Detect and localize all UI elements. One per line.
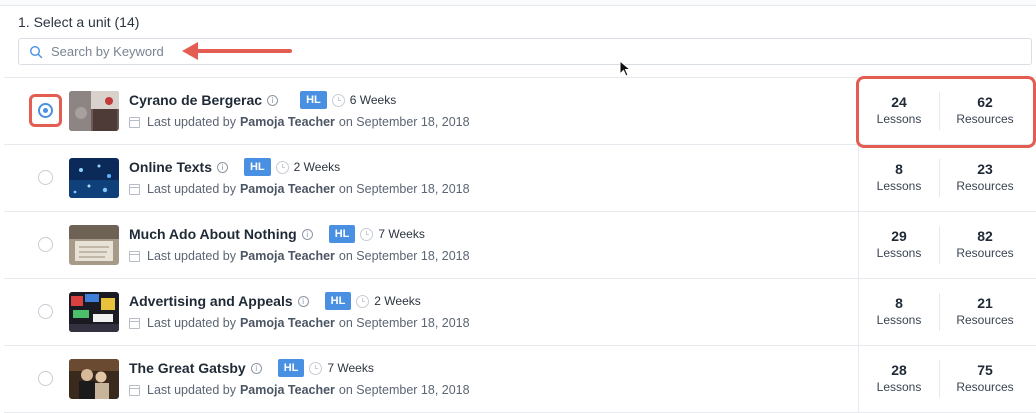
updated-author: Pamoja Teacher: [239, 182, 335, 196]
unit-radio[interactable]: [38, 371, 53, 386]
updated-author: Pamoja Teacher: [239, 115, 335, 129]
unit-stats: 29 Lessons 82 Resources: [858, 212, 1036, 278]
unit-row[interactable]: Online Texts i HL 2 Weeks Last updated b…: [4, 145, 1036, 212]
updated-prefix: Last updated by: [147, 182, 236, 196]
unit-title[interactable]: The Great Gatsby: [129, 360, 246, 376]
unit-row[interactable]: The Great Gatsby i HL 7 Weeks Last updat…: [4, 346, 1036, 413]
updated-prefix: Last updated by: [147, 383, 236, 397]
unit-stats: 8 Lessons 23 Resources: [858, 145, 1036, 211]
unit-row[interactable]: Much Ado About Nothing i HL 7 Weeks Last…: [4, 212, 1036, 279]
resources-count: 21: [977, 295, 993, 311]
unit-list: Cyrano de Bergerac i HL 6 Weeks Last upd…: [4, 76, 1036, 413]
unit-title[interactable]: Cyrano de Bergerac: [129, 92, 262, 108]
clock-icon: [360, 227, 374, 241]
info-icon[interactable]: i: [250, 362, 262, 374]
calendar-icon: [129, 250, 140, 262]
clock-icon: [331, 93, 345, 107]
lessons-count: 8: [895, 161, 903, 177]
unit-stats: 8 Lessons 21 Resources: [858, 279, 1036, 345]
updated-date: on September 18, 2018: [338, 383, 470, 397]
updated-date: on September 18, 2018: [338, 115, 470, 129]
unit-radio[interactable]: [38, 170, 53, 185]
unit-row[interactable]: Advertising and Appeals i HL 2 Weeks Las…: [4, 279, 1036, 346]
clock-icon: [275, 160, 289, 174]
unit-thumbnail: [69, 158, 119, 198]
updated-author: Pamoja Teacher: [239, 316, 335, 330]
unit-duration: 7 Weeks: [327, 361, 374, 375]
updated-date: on September 18, 2018: [338, 182, 470, 196]
updated-date: on September 18, 2018: [338, 249, 470, 263]
annotation-arrow: [182, 42, 292, 60]
unit-thumbnail: [69, 91, 119, 131]
level-badge: HL: [277, 359, 305, 377]
unit-thumbnail: [69, 225, 119, 265]
unit-radio[interactable]: [38, 237, 53, 252]
level-badge: HL: [328, 225, 356, 243]
updated-prefix: Last updated by: [147, 316, 236, 330]
updated-date: on September 18, 2018: [338, 316, 470, 330]
lessons-label: Lessons: [876, 380, 922, 394]
annotation-box: [856, 76, 1036, 148]
unit-thumbnail: [69, 359, 119, 399]
search-icon: [29, 45, 43, 59]
section-title: 1. Select a unit (14): [18, 14, 140, 30]
unit-title[interactable]: Much Ado About Nothing: [129, 226, 297, 242]
updated-prefix: Last updated by: [147, 115, 236, 129]
calendar-icon: [129, 116, 140, 128]
info-icon[interactable]: i: [301, 228, 313, 240]
unit-duration: 2 Weeks: [374, 294, 421, 308]
updated-author: Pamoja Teacher: [239, 249, 335, 263]
unit-radio[interactable]: [38, 304, 53, 319]
lessons-count: 8: [895, 295, 903, 311]
calendar-icon: [129, 317, 140, 329]
info-icon[interactable]: i: [216, 161, 228, 173]
lessons-label: Lessons: [876, 313, 922, 327]
top-divider: [0, 0, 1036, 6]
level-badge: HL: [324, 292, 352, 310]
resources-label: Resources: [956, 380, 1014, 394]
updated-prefix: Last updated by: [147, 249, 236, 263]
search-box[interactable]: [18, 38, 1032, 65]
updated-author: Pamoja Teacher: [239, 383, 335, 397]
resources-label: Resources: [956, 179, 1014, 193]
unit-stats: 28 Lessons 75 Resources: [858, 346, 1036, 412]
annotation-box: [29, 94, 62, 127]
resources-label: Resources: [956, 313, 1014, 327]
lessons-count: 28: [891, 362, 907, 378]
level-badge: HL: [243, 158, 271, 176]
lessons-count: 29: [891, 228, 907, 244]
info-icon[interactable]: i: [297, 295, 309, 307]
clock-icon: [309, 361, 323, 375]
resources-count: 23: [977, 161, 993, 177]
info-icon[interactable]: i: [267, 94, 279, 106]
unit-title[interactable]: Online Texts: [129, 159, 212, 175]
unit-row[interactable]: Cyrano de Bergerac i HL 6 Weeks Last upd…: [4, 76, 1036, 148]
lessons-label: Lessons: [876, 179, 922, 193]
resources-count: 82: [977, 228, 993, 244]
resources-count: 75: [977, 362, 993, 378]
mouse-cursor-icon: [619, 60, 632, 77]
calendar-icon: [129, 384, 140, 396]
calendar-icon: [129, 183, 140, 195]
unit-thumbnail: [69, 292, 119, 332]
unit-duration: 7 Weeks: [378, 227, 425, 241]
level-badge: HL: [300, 91, 327, 109]
resources-label: Resources: [956, 246, 1014, 260]
clock-icon: [356, 294, 370, 308]
unit-duration: 2 Weeks: [293, 160, 341, 174]
unit-duration: 6 Weeks: [349, 93, 397, 107]
unit-title[interactable]: Advertising and Appeals: [129, 293, 293, 309]
lessons-label: Lessons: [876, 246, 922, 260]
